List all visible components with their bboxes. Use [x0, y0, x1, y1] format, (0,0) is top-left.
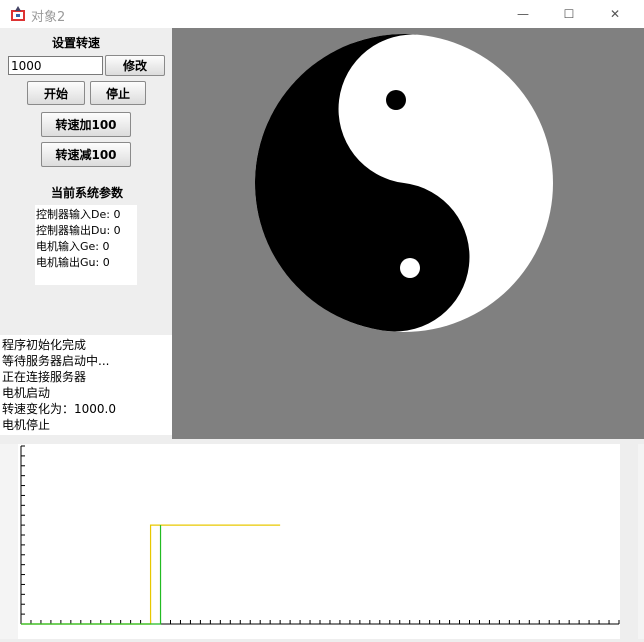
yin-yang-icon: [254, 33, 553, 332]
param-ge: 电机输入Ge: 0: [36, 240, 110, 253]
param-du: 控制器输出Du: 0: [36, 224, 121, 237]
log-line: 正在连接服务器: [2, 370, 87, 384]
start-button[interactable]: 开始: [27, 81, 85, 105]
speed-input[interactable]: [8, 56, 103, 75]
param-de: 控制器输入De: 0: [36, 208, 121, 221]
title-bar: 对象2 — ☐ ✕: [0, 0, 644, 28]
minimize-button[interactable]: —: [500, 0, 546, 28]
set-speed-label: 设置转速: [51, 36, 100, 50]
chart-left-margin: [0, 444, 18, 639]
minimize-icon: —: [517, 7, 529, 21]
stop-button[interactable]: 停止: [90, 81, 146, 105]
param-gu: 电机输出Gu: 0: [36, 256, 110, 269]
log-area[interactable]: 程序初始化完成 等待服务器启动中... 正在连接服务器 电机启动 转速变化为：1…: [0, 335, 172, 435]
log-line: 等待服务器启动中...: [2, 354, 110, 368]
window-title: 对象2: [31, 10, 66, 25]
motor-animation-canvas: [172, 28, 644, 439]
yin-yang-light-dot: [400, 258, 420, 278]
speed-chart: [18, 444, 620, 639]
chart-right-margin: [638, 444, 644, 639]
log-line: 程序初始化完成: [2, 338, 87, 352]
maximize-icon: ☐: [563, 7, 575, 21]
response-series-line: [21, 525, 162, 625]
speed-down-button[interactable]: 转速减100: [41, 142, 131, 167]
yin-yang-dark-dot: [386, 90, 406, 110]
setpoint-series-line: [21, 524, 281, 625]
speed-up-button[interactable]: 转速加100: [41, 112, 131, 137]
close-icon: ✕: [609, 7, 621, 21]
maximize-button[interactable]: ☐: [546, 0, 592, 28]
log-line: 电机启动: [2, 386, 51, 400]
close-button[interactable]: ✕: [592, 0, 638, 28]
speed-chart-svg: [20, 445, 620, 625]
params-box: 控制器输入De: 0 控制器输出Du: 0 电机输入Ge: 0 电机输出Gu: …: [35, 205, 137, 285]
params-header: 当前系统参数: [50, 186, 123, 200]
java-app-icon: [11, 6, 25, 21]
log-line: 转速变化为：1000.0: [2, 402, 116, 416]
modify-button[interactable]: 修改: [105, 55, 165, 76]
log-line: 电机停止: [2, 418, 51, 432]
